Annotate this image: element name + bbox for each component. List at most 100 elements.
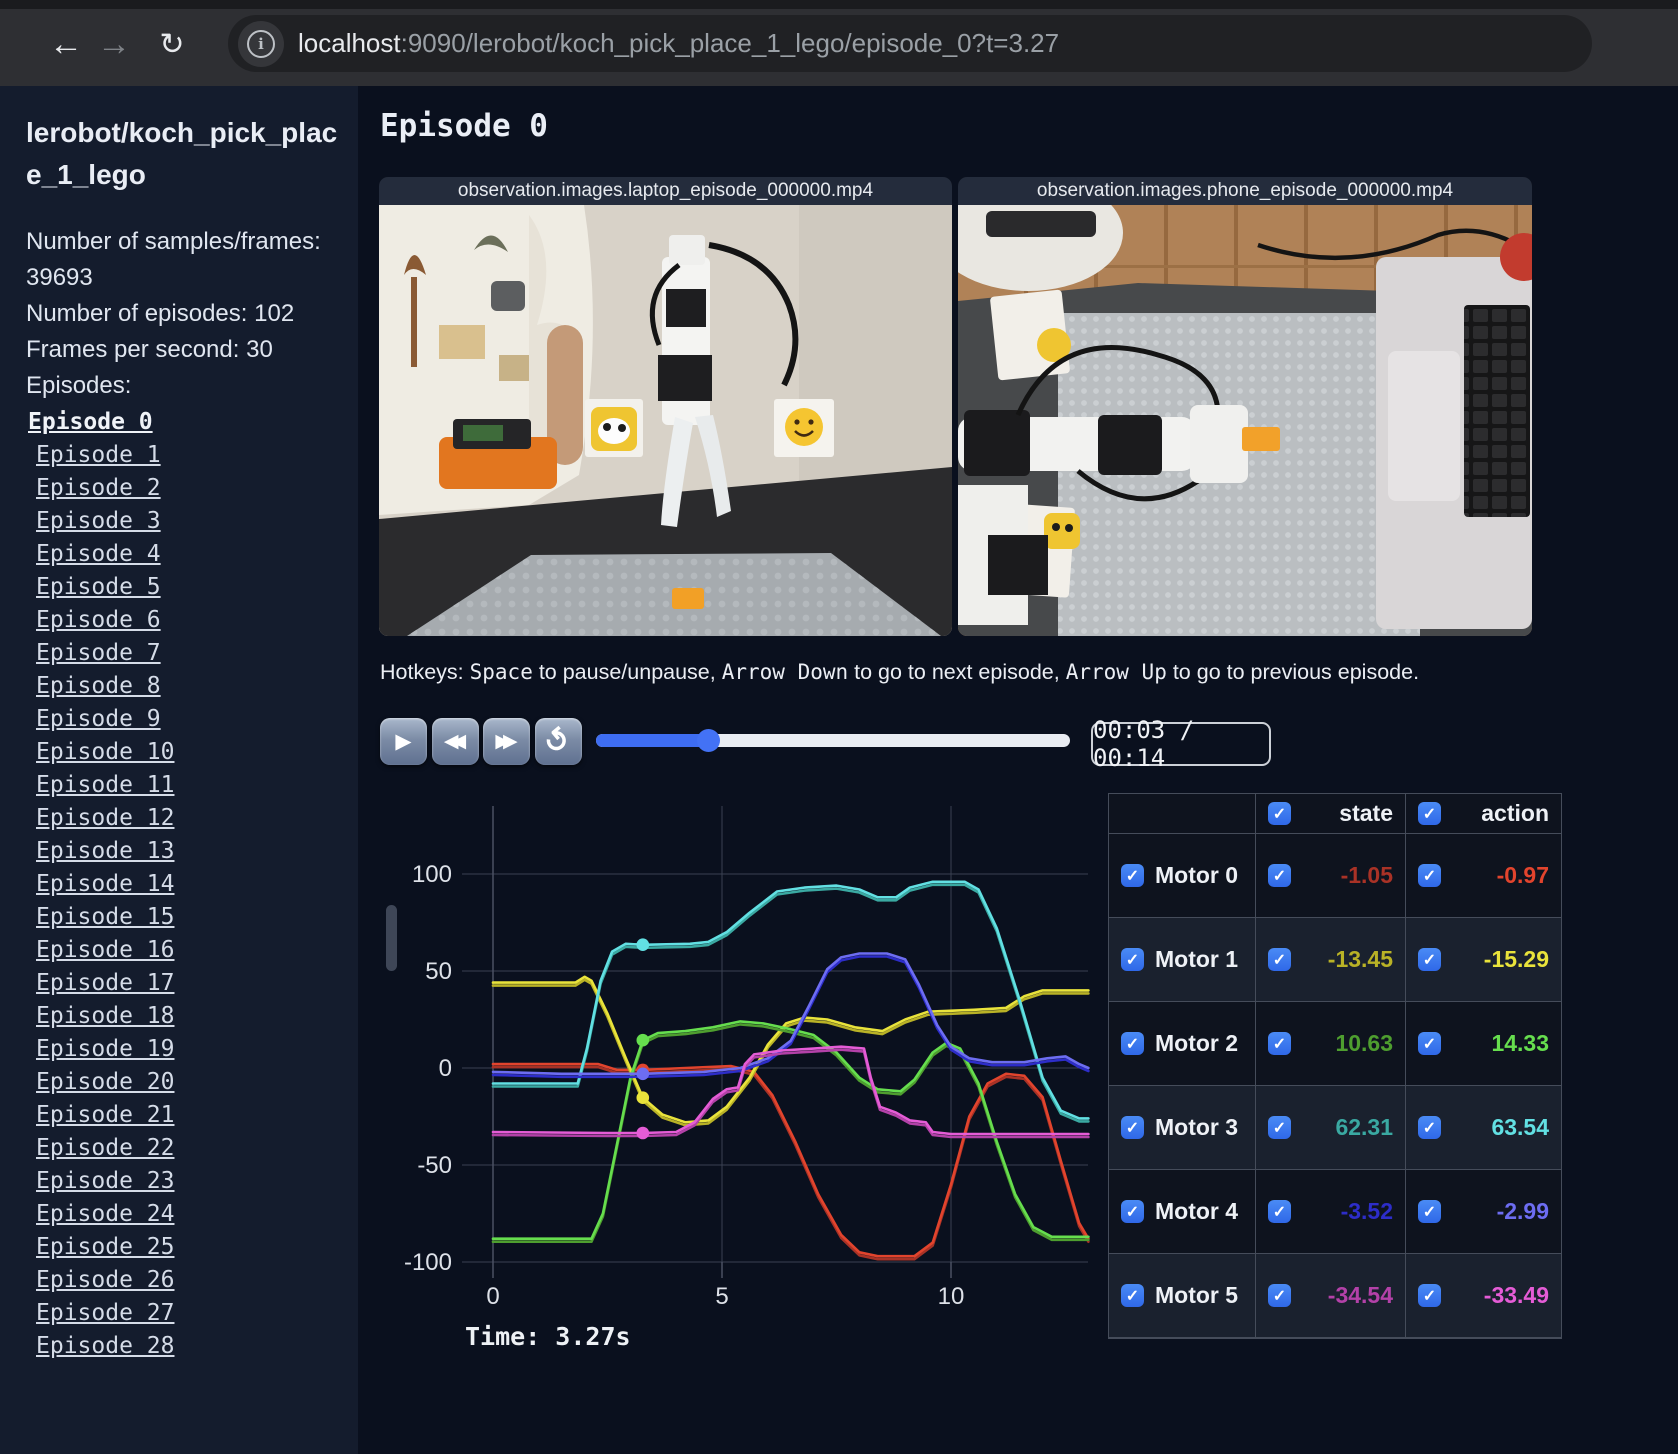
episode-link-7[interactable]: Episode 7	[36, 637, 161, 670]
motor-4-state-checkbox[interactable]	[1268, 1200, 1291, 1223]
episode-link-8[interactable]: Episode 8	[36, 670, 161, 703]
motor-3-checkbox[interactable]	[1121, 1116, 1144, 1139]
rewind-button[interactable]: ◀◀	[431, 718, 479, 765]
episode-link-0[interactable]: Episode 0	[28, 406, 153, 439]
motor-5-state-checkbox[interactable]	[1268, 1284, 1291, 1307]
url-text[interactable]: localhost:9090/lerobot/koch_pick_place_1…	[298, 28, 1059, 59]
episode-link-27[interactable]: Episode 27	[36, 1297, 174, 1330]
svg-text:100: 100	[412, 861, 452, 888]
episode-link-24[interactable]: Episode 24	[36, 1198, 174, 1231]
motor-row-name-cell: Motor 2	[1109, 1002, 1256, 1086]
motor-name: Motor 4	[1155, 1198, 1239, 1224]
seek-slider[interactable]	[596, 729, 1070, 752]
trackpad	[1388, 351, 1460, 501]
episodes-heading: Episodes:	[26, 372, 132, 399]
table-corner-cell	[1109, 794, 1256, 834]
phone-video-frame	[958, 177, 1532, 636]
episode-link-4[interactable]: Episode 4	[36, 538, 161, 571]
motor-1-checkbox[interactable]	[1121, 948, 1144, 971]
motor-state-cell: -1.05	[1256, 834, 1406, 918]
state-column-checkbox[interactable]	[1268, 802, 1291, 825]
site-info-button[interactable]: i	[238, 20, 284, 67]
episode-link-6[interactable]: Episode 6	[36, 604, 161, 637]
browser-toolbar: ← → ↻ i localhost:9090/lerobot/koch_pick…	[0, 0, 1678, 86]
orange-brick	[672, 588, 704, 609]
episode-link-12[interactable]: Episode 12	[36, 802, 174, 835]
info-icon: i	[247, 29, 275, 58]
episode-link-20[interactable]: Episode 20	[36, 1066, 174, 1099]
episode-link-14[interactable]: Episode 14	[36, 868, 174, 901]
video-phone-camera[interactable]: observation.images.phone_episode_000000.…	[958, 177, 1532, 636]
reload-icon[interactable]: ↻	[150, 22, 194, 66]
episode-link-23[interactable]: Episode 23	[36, 1165, 174, 1198]
address-bar[interactable]: i localhost:9090/lerobot/koch_pick_place…	[228, 15, 1592, 72]
rewind-icon: ◀◀	[443, 731, 466, 752]
motor-1-action-checkbox[interactable]	[1418, 948, 1441, 971]
motor-5-action-checkbox[interactable]	[1418, 1284, 1441, 1307]
episode-link-18[interactable]: Episode 18	[36, 1000, 174, 1033]
episode-link-26[interactable]: Episode 26	[36, 1264, 174, 1297]
motor-3-action-checkbox[interactable]	[1418, 1116, 1441, 1139]
state-value: -13.45	[1327, 946, 1393, 972]
video-laptop-camera[interactable]: observation.images.laptop_episode_000000…	[379, 177, 952, 636]
motor-table: state action Motor 0 -1.05 -0.97 Motor 1 -13…	[1108, 793, 1562, 1339]
motor-4-action-checkbox[interactable]	[1418, 1200, 1441, 1223]
motor-0-action-checkbox[interactable]	[1418, 864, 1441, 887]
episode-link-19[interactable]: Episode 19	[36, 1033, 174, 1066]
episode-link-2[interactable]: Episode 2	[36, 472, 161, 505]
episode-list: Episode 0 Episode 1 Episode 2 Episode 3 Epis…	[26, 406, 338, 1363]
emoji-box-top	[990, 289, 1071, 381]
action-header-cell: action	[1406, 794, 1561, 834]
orange-brick	[1242, 427, 1280, 451]
episode-link-11[interactable]: Episode 11	[36, 769, 174, 802]
episode-link-22[interactable]: Episode 22	[36, 1132, 174, 1165]
action-value: -0.97	[1496, 862, 1549, 888]
action-column-checkbox[interactable]	[1418, 802, 1441, 825]
hotkey-text: Hotkeys:	[380, 660, 470, 684]
episode-link-28[interactable]: Episode 28	[36, 1330, 174, 1363]
episode-link-16[interactable]: Episode 16	[36, 934, 174, 967]
episode-link-10[interactable]: Episode 10	[36, 736, 174, 769]
episode-link-3[interactable]: Episode 3	[36, 505, 161, 538]
motor-3-state-checkbox[interactable]	[1268, 1116, 1291, 1139]
episode-link-17[interactable]: Episode 17	[36, 967, 174, 1000]
episode-link-1[interactable]: Episode 1	[36, 439, 161, 472]
motor-0-checkbox[interactable]	[1121, 864, 1144, 887]
dataset-stats: Number of samples/frames: 39693 Number o…	[26, 224, 338, 404]
gripper	[1190, 405, 1248, 483]
back-icon[interactable]: ←	[44, 22, 88, 66]
fast-forward-button[interactable]: ▶▶	[483, 718, 530, 765]
motor-2-state-checkbox[interactable]	[1268, 1032, 1291, 1055]
episode-link-15[interactable]: Episode 15	[36, 901, 174, 934]
episode-link-21[interactable]: Episode 21	[36, 1099, 174, 1132]
episode-link-9[interactable]: Episode 9	[36, 703, 161, 736]
motor-row-name-cell: Motor 3	[1109, 1086, 1256, 1170]
loop-button[interactable]: ↺	[534, 718, 582, 765]
state-value: 62.31	[1335, 1114, 1393, 1140]
time-display: 00:03 / 00:14	[1091, 716, 1271, 772]
episode-link-25[interactable]: Episode 25	[36, 1231, 174, 1264]
video-laptop-label: observation.images.laptop_episode_000000…	[379, 177, 952, 205]
episode-link-5[interactable]: Episode 5	[36, 571, 161, 604]
motor-2-checkbox[interactable]	[1121, 1032, 1144, 1055]
action-header-label: action	[1481, 800, 1549, 826]
motor-4-checkbox[interactable]	[1121, 1200, 1144, 1223]
action-value: -2.99	[1496, 1198, 1549, 1224]
motor-state-cell: 10.63	[1256, 1002, 1406, 1086]
forward-icon[interactable]: →	[92, 22, 136, 66]
motor-action-cell: -15.29	[1406, 918, 1561, 1002]
motor-2-action-checkbox[interactable]	[1418, 1032, 1441, 1055]
motor-0-state-checkbox[interactable]	[1268, 864, 1291, 887]
motor-action-cell: 63.54	[1406, 1086, 1561, 1170]
motor-5-checkbox[interactable]	[1121, 1284, 1144, 1307]
hotkey-text: to go to next episode,	[848, 660, 1066, 684]
sidebar: lerobot/koch_pick_place_1_lego Number of…	[0, 86, 358, 1454]
motor-1-state-checkbox[interactable]	[1268, 948, 1291, 971]
state-value: -3.52	[1340, 1198, 1393, 1224]
motor-row-name-cell: Motor 0	[1109, 834, 1256, 918]
hotkey-key: Space	[469, 660, 533, 684]
motor-chart[interactable]: 100 50 0 -50 -100 0 5 10 Time: 3.27s	[380, 788, 1090, 1368]
episode-link-13[interactable]: Episode 13	[36, 835, 174, 868]
play-button[interactable]: ▶	[380, 718, 427, 765]
seek-slider-thumb[interactable]	[696, 729, 720, 752]
